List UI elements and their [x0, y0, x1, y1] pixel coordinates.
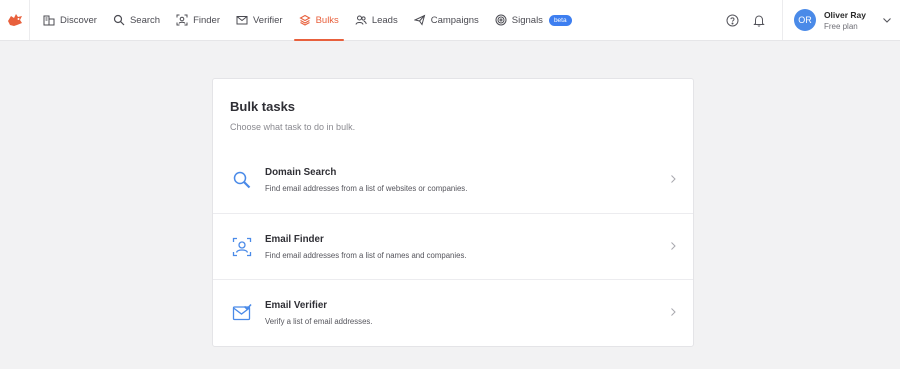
main-nav: Discover Search Finder Verifier Bulks Le… [30, 0, 580, 41]
nav-item-verifier[interactable]: Verifier [228, 0, 291, 40]
task-text: Domain Search Find email addresses from … [265, 167, 467, 193]
nav-item-leads[interactable]: Leads [347, 0, 406, 40]
user-info: Oliver Ray Free plan [824, 10, 866, 31]
magnifier-icon [232, 170, 252, 190]
task-name: Domain Search [265, 167, 337, 178]
bulks-icon [298, 14, 311, 26]
logo[interactable] [0, 0, 30, 40]
help-button[interactable] [720, 0, 746, 40]
task-description: Find email addresses from a list of webs… [265, 184, 468, 193]
nav-item-search[interactable]: Search [105, 0, 168, 40]
verifier-icon [236, 14, 248, 26]
task-email-finder[interactable]: Email Finder Find email addresses from a… [213, 213, 693, 279]
user-name: Oliver Ray [823, 9, 866, 20]
nav-item-finder[interactable]: Finder [168, 0, 228, 40]
nav-label-bulks: Bulks [315, 14, 339, 26]
user-menu[interactable]: OR Oliver Ray Free plan [783, 9, 900, 31]
nav-item-discover[interactable]: Discover [35, 0, 105, 40]
task-text: Email Finder Find email addresses from a… [265, 234, 467, 260]
signals-icon [495, 14, 507, 26]
discover-icon [43, 14, 55, 26]
help-icon [726, 14, 739, 26]
task-description: Find email addresses from a list of name… [265, 250, 467, 260]
nav-label-discover: Discover [60, 14, 97, 26]
nav-item-bulks[interactable]: Bulks [291, 0, 347, 41]
nav-label-leads: Leads [371, 14, 398, 26]
nav-label-finder: Finder [193, 14, 220, 26]
chevron-right-icon [671, 175, 676, 183]
search-icon [113, 14, 125, 26]
page-title: Bulk tasks [230, 99, 296, 114]
task-domain-search[interactable]: Domain Search Find email addresses from … [213, 147, 693, 213]
campaigns-icon [413, 14, 426, 26]
task-name: Email Finder [265, 233, 324, 245]
nav-item-campaigns[interactable]: Campaigns [406, 0, 487, 40]
page-subtitle: Choose what task to do in bulk. [230, 122, 356, 132]
leads-icon [355, 14, 367, 26]
nav-label-signals: Signals [511, 14, 543, 26]
top-navigation-bar: Discover Search Finder Verifier Bulks Le… [0, 0, 900, 41]
finder-icon [176, 14, 188, 26]
envelope-check-icon [232, 303, 252, 323]
nav-label-verifier: Verifier [253, 14, 283, 26]
nav-item-signals[interactable]: Signals beta [487, 0, 580, 40]
card-header: Bulk tasks Choose what task to do in bul… [213, 79, 693, 147]
chevron-right-icon [671, 242, 676, 250]
task-email-verifier[interactable]: Email Verifier Verify a list of email ad… [213, 279, 693, 345]
nav-label-search: Search [129, 14, 161, 26]
bulk-tasks-card: Bulk tasks Choose what task to do in bul… [212, 78, 694, 347]
nav-label-campaigns: Campaigns [430, 14, 479, 26]
logo-icon [7, 14, 22, 26]
task-description: Verify a list of email addresses. [265, 316, 373, 326]
task-text: Email Verifier Verify a list of email ad… [265, 300, 372, 326]
notifications-button[interactable] [746, 0, 772, 40]
bell-icon [753, 14, 765, 27]
chevron-down-icon [883, 18, 891, 23]
user-plan: Free plan [823, 21, 858, 31]
task-name: Email Verifier [265, 299, 328, 311]
person-frame-icon [232, 237, 252, 257]
header-tools: OR Oliver Ray Free plan [720, 0, 900, 40]
beta-badge: beta [548, 14, 572, 26]
chevron-right-icon [671, 308, 676, 316]
avatar: OR [793, 9, 816, 31]
